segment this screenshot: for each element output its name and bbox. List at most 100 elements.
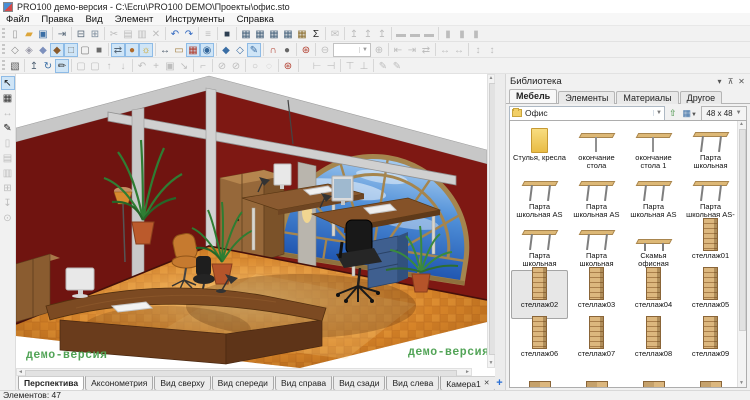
lock-object-icon[interactable]: ▣ [163,59,177,73]
note-a-icon[interactable]: ✎ [376,59,390,73]
grid-icon[interactable]: ▦ [186,43,200,57]
stand-vertical-icon[interactable]: ↥ [27,59,41,73]
scale-object-icon[interactable]: ↘ [177,59,191,73]
menu-tools[interactable]: Инструменты [159,14,230,25]
library-item-окончание-стола[interactable]: окончание стола [568,123,625,172]
measure-tool-icon[interactable]: ↔ [1,106,15,120]
bring-up-icon[interactable]: ↑ [102,59,116,73]
pencil-tool-icon[interactable]: ✎ [1,121,15,135]
library-item-парта-школьная-as-triple[interactable]: Парта школьная AS triple [625,172,682,221]
sheet-tool-icon[interactable]: ▯ [1,136,15,150]
panel-splitter[interactable] [495,74,505,390]
render-view-icon[interactable]: ■ [220,27,234,41]
menu-file[interactable]: Файл [0,14,35,25]
toolbar-grip[interactable] [2,28,5,39]
library-scrollbar[interactable]: ▲ ▼ [737,121,746,387]
mirror-v-icon[interactable]: ⊘ [229,59,243,73]
valign-bottom-icon[interactable]: ▮ [469,27,483,41]
library-item-стеллаж04[interactable]: стеллаж04 [625,270,682,319]
camera-close-icon[interactable]: ✕ [484,378,490,390]
pin-b-icon[interactable]: ↥ [361,27,375,41]
library-item-стеллаж07[interactable]: стеллаж07 [568,319,625,368]
show-all-icon[interactable]: ◉ [200,43,214,57]
combo-arrow-icon[interactable]: ▼ [736,110,742,116]
room-open-icon[interactable]: □ [64,43,78,57]
toolbar-grip[interactable] [2,44,5,55]
align-left-icon[interactable]: ▬ [394,27,408,41]
open-file-icon[interactable]: ▰ [22,27,36,41]
select-tool-icon[interactable]: ↖ [1,76,15,90]
snap-grid-icon[interactable]: ◆ [219,43,233,57]
view-wireframe-icon[interactable]: ◇ [8,43,22,57]
snap-object-icon[interactable]: ◇ [233,43,247,57]
scroll-up-icon[interactable]: ▲ [488,75,494,82]
valign-middle-icon[interactable]: ▮ [455,27,469,41]
library-item[interactable] [682,368,739,388]
scroll-down-icon[interactable]: ▼ [738,380,745,387]
properties-icon[interactable]: ≡ [201,27,215,41]
report-materials-icon[interactable]: ▦ [281,27,295,41]
align-right-icon[interactable]: ▬ [422,27,436,41]
summary-icon[interactable]: Σ [309,27,323,41]
export-icon[interactable]: ⇥ [55,27,69,41]
move-right-icon[interactable]: ⇥ [405,43,419,57]
room-elements-icon[interactable]: ▦ [1,91,15,105]
move-left-icon[interactable]: ⇤ [391,43,405,57]
scroll-right-icon[interactable]: ► [464,369,471,376]
3d-viewport[interactable]: демо-версия демо-версия [16,74,487,368]
library-item-парта-школьная[interactable]: Парта школьная [682,123,739,172]
draw-tool-icon[interactable]: ✏ [55,59,69,73]
snap-draw-icon[interactable]: ✎ [247,43,261,57]
dimensions-icon[interactable]: ↔ [158,43,172,57]
new-file-icon[interactable]: ▯ [8,27,22,41]
print-preview-icon[interactable]: ⊞ [88,27,102,41]
library-item-стеллаж06[interactable]: стеллаж06 [511,319,568,368]
view-tab-аксонометрия[interactable]: Аксонометрия [85,376,153,391]
toolbar-grip[interactable] [2,60,5,71]
ruler-icon[interactable]: ▭ [172,43,186,57]
library-item[interactable] [511,368,568,388]
lighting-icon[interactable]: ☼ [139,43,153,57]
report-elements-icon[interactable]: ▦ [267,27,281,41]
menu-element[interactable]: Элемент [109,14,160,25]
redo-icon[interactable]: ↷ [182,27,196,41]
room-semi-icon[interactable]: ▢ [78,43,92,57]
object-settings-icon[interactable]: ⊛ [281,59,295,73]
report-cutting-icon[interactable]: ▦ [253,27,267,41]
stretch-h2-icon[interactable]: ↔ [452,43,466,57]
note-b-icon[interactable]: ✎ [390,59,404,73]
scroll-left-icon[interactable]: ◄ [17,369,24,376]
folder-up-button[interactable]: ⇧ [667,106,679,120]
view-tab-вид-справа[interactable]: Вид справа [275,376,332,391]
corner-tool-icon[interactable]: ⌐ [196,59,210,73]
zoom-tool-icon[interactable]: ⊙ [1,211,15,225]
monitor-right[interactable] [332,176,353,205]
thumb-size-combo[interactable]: 48 x 48 ▼ [701,106,747,121]
library-tab-Элементы[interactable]: Элементы [558,91,615,104]
align-top-a-icon[interactable]: ⊤ [343,59,357,73]
mail-icon[interactable]: ✉ [328,27,342,41]
thumbnail-view-button[interactable]: ▦▼ [681,106,699,120]
library-item-стеллаж02[interactable]: стеллаж02 [511,270,568,319]
office-scene[interactable]: демо-версия демо-версия [16,74,487,368]
pin-a-icon[interactable]: ↥ [347,27,361,41]
view-tab-вид-сзади[interactable]: Вид сзади [333,376,385,391]
move-swap-icon[interactable]: ⇄ [419,43,433,57]
library-item-парта-школьная-freshman[interactable]: Парта школьная Freshman [568,221,625,270]
select-area-icon[interactable]: ▧ [8,59,22,73]
library-item-парта-школьная-as-double[interactable]: Парта школьная AS double [511,172,568,221]
viewport-vertical-scrollbar[interactable]: ▲ ▼ [487,74,495,368]
ellipse-a-icon[interactable]: ○ [248,59,262,73]
collisions-icon[interactable]: ⊛ [299,43,313,57]
menu-view[interactable]: Вид [79,14,108,25]
delete-icon[interactable]: ✕ [149,27,163,41]
library-item-стеллаж01[interactable]: стеллаж01 [682,221,739,270]
panel-close-icon[interactable]: ✕ [736,77,747,86]
view-tab-вид-сверху[interactable]: Вид сверху [154,376,210,391]
autoplace-icon[interactable]: ⇄ [111,43,125,57]
valign-top-icon[interactable]: ▮ [441,27,455,41]
panel-pin-icon[interactable]: ⊼ [725,77,736,86]
tool-b-icon[interactable]: ▥ [1,166,15,180]
move-object-icon[interactable]: + [149,59,163,73]
ungroup-icon[interactable]: ▢ [88,59,102,73]
